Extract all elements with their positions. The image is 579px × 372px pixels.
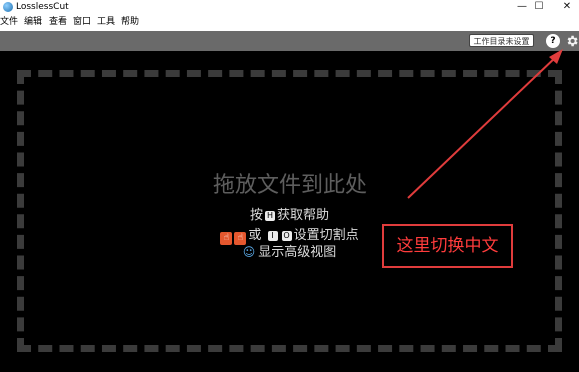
baby-icon: ☺ bbox=[242, 245, 256, 259]
menu-edit[interactable]: 编辑 bbox=[24, 17, 42, 28]
help-button[interactable]: ? bbox=[546, 34, 560, 48]
app-logo-icon bbox=[3, 2, 13, 12]
help-hint-prefix: 按 bbox=[249, 208, 263, 223]
window-title: LosslessCut bbox=[16, 2, 69, 12]
annotation-callout: 这里切换中文 bbox=[382, 224, 513, 268]
menu-view[interactable]: 查看 bbox=[49, 17, 67, 28]
working-directory-button[interactable]: 工作目录未设置 bbox=[469, 34, 534, 47]
cutpoint-or: 或 bbox=[248, 228, 262, 243]
menu-help[interactable]: 帮助 bbox=[121, 17, 139, 28]
gear-icon[interactable] bbox=[565, 32, 579, 50]
help-hint-suffix: 获取帮助 bbox=[277, 208, 330, 223]
help-hint: 按 H 获取帮助 bbox=[0, 207, 579, 224]
title-bar: LosslessCut — ☐ ✕ bbox=[0, 0, 579, 15]
advanced-view-label[interactable]: 显示高级视图 bbox=[258, 245, 336, 260]
menu-bar: 文件 编辑 查看 窗口 工具 帮助 bbox=[0, 15, 579, 31]
menu-tools[interactable]: 工具 bbox=[97, 17, 115, 28]
close-button[interactable]: ✕ bbox=[550, 0, 579, 15]
cut-out-key: O bbox=[281, 231, 292, 241]
help-key: H bbox=[265, 211, 275, 221]
cutpoint-suffix: 设置切割点 bbox=[293, 228, 359, 243]
cut-in-key: I bbox=[267, 231, 278, 241]
menu-window[interactable]: 窗口 bbox=[73, 17, 91, 28]
drop-files-title: 拖放文件到此处 bbox=[212, 173, 367, 198]
top-toolbar: 工作目录未设置 ? bbox=[0, 31, 579, 51]
menu-file[interactable]: 文件 bbox=[0, 17, 18, 28]
